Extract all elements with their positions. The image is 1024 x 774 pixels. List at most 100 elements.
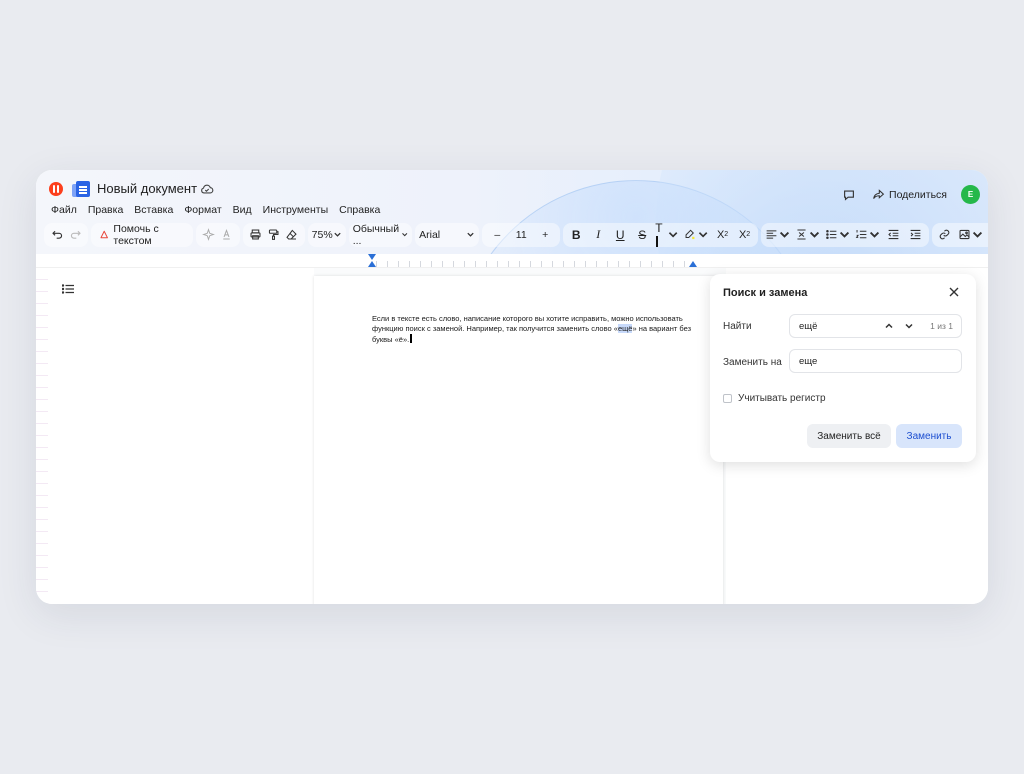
paragraph-style-select[interactable]: Обычный ...	[348, 222, 413, 247]
text-color-icon: T	[655, 221, 665, 249]
chevron-down-icon	[334, 232, 341, 237]
redo-icon	[70, 230, 81, 239]
highlighter-icon	[685, 229, 695, 240]
outdent-icon	[888, 229, 899, 240]
replace-button[interactable]: Заменить	[896, 424, 962, 448]
spellcheck-icon	[223, 229, 230, 240]
outline-panel	[48, 268, 314, 604]
comment-icon[interactable]	[842, 188, 856, 202]
menu-view[interactable]: Вид	[233, 204, 252, 216]
bulleted-list-icon	[825, 229, 836, 240]
menu-file[interactable]: Файл	[51, 204, 77, 216]
chevron-down-icon	[809, 231, 819, 238]
zoom-value: 75%	[311, 228, 333, 241]
undo-button[interactable]	[48, 223, 66, 247]
chevron-down-icon	[401, 233, 407, 237]
text-color-button[interactable]: T	[655, 221, 679, 249]
avatar[interactable]: Е	[961, 185, 980, 204]
chevron-down-icon	[839, 231, 849, 238]
indent-button[interactable]	[907, 223, 925, 247]
menu-help[interactable]: Справка	[339, 204, 380, 216]
chevron-down-icon	[972, 231, 982, 238]
help-with-text-button[interactable]: Помочь с текстом	[95, 223, 189, 247]
document-text[interactable]: Если в тексте есть слово, написание кото…	[372, 314, 702, 345]
find-label: Найти	[723, 321, 752, 332]
zoom-select[interactable]: 75%	[307, 222, 346, 247]
help-with-text-label: Помочь с текстом	[113, 222, 159, 247]
print-icon	[250, 229, 261, 240]
document-title[interactable]: Новый документ	[97, 181, 197, 196]
undo-icon	[51, 230, 62, 239]
docs-logo-icon[interactable]	[72, 181, 90, 197]
redo-button[interactable]	[66, 223, 84, 247]
table-of-contents-icon[interactable]	[62, 284, 74, 294]
line-spacing-icon	[797, 229, 806, 240]
clear-format-button[interactable]	[283, 223, 301, 247]
print-button[interactable]	[247, 223, 265, 247]
replace-all-button[interactable]: Заменить всё	[807, 424, 891, 448]
ai-sparkle-button[interactable]	[200, 223, 218, 247]
insert-image-button[interactable]	[958, 223, 984, 247]
numbered-list-button[interactable]	[855, 223, 881, 247]
underline-button[interactable]: U	[611, 223, 629, 247]
chevron-down-icon	[467, 232, 474, 237]
outdent-button[interactable]	[885, 223, 903, 247]
previous-match-icon[interactable]	[884, 321, 894, 331]
link-icon	[939, 229, 950, 240]
match-count: 1 из 1	[930, 321, 953, 331]
header: Новый документ Файл Правка Вставка Форма…	[36, 170, 988, 254]
font-family-select[interactable]: Arial	[415, 222, 480, 247]
next-match-icon[interactable]	[904, 321, 914, 331]
paint-roller-icon	[269, 229, 279, 240]
document-page[interactable]: Если в тексте есть слово, написание кото…	[314, 276, 723, 604]
share-icon	[873, 189, 885, 199]
share-label: Поделиться	[889, 188, 947, 201]
highlight-button[interactable]	[683, 223, 709, 247]
find-input[interactable]: ещё 1 из 1	[789, 314, 962, 338]
share-button[interactable]: Поделиться	[872, 188, 947, 201]
subscript-button[interactable]: X2	[736, 223, 754, 247]
match-case-label: Учитывать регистр	[738, 393, 826, 404]
menu-insert[interactable]: Вставка	[134, 204, 173, 216]
numbered-list-icon	[855, 230, 866, 239]
replace-input-value: еще	[799, 355, 818, 367]
right-indent-marker[interactable]	[689, 261, 697, 267]
superscript-button[interactable]: X2	[714, 223, 732, 247]
first-line-indent-marker[interactable]	[368, 254, 376, 260]
ruler[interactable]	[36, 254, 988, 268]
find-input-value: ещё	[799, 320, 818, 332]
search-match-highlight: ещё	[617, 324, 633, 333]
replace-label: Заменить на	[723, 357, 782, 368]
line-spacing-button[interactable]	[795, 223, 821, 247]
strikethrough-button[interactable]: S	[633, 223, 651, 247]
chevron-down-icon	[779, 231, 789, 238]
insert-link-button[interactable]	[936, 223, 954, 247]
match-case-checkbox[interactable]	[723, 394, 732, 403]
yandex-logo-icon[interactable]	[49, 182, 63, 196]
find-replace-panel: Поиск и замена Найти ещё 1 из 1 Заменить…	[710, 274, 976, 462]
chevron-down-icon	[668, 232, 678, 238]
spellcheck-button[interactable]	[218, 223, 236, 247]
font-size-stepper: – 11 +	[482, 222, 561, 247]
font-size-value[interactable]: 11	[512, 223, 530, 247]
menu-bar: Файл Правка Вставка Формат Вид Инструмен…	[51, 204, 380, 216]
menu-edit[interactable]: Правка	[88, 204, 123, 216]
font-size-increase-button[interactable]: +	[536, 223, 554, 247]
font-size-decrease-button[interactable]: –	[488, 223, 506, 247]
menu-tools[interactable]: Инструменты	[263, 204, 328, 216]
close-icon[interactable]	[948, 286, 960, 298]
match-case-option[interactable]: Учитывать регистр	[723, 393, 826, 404]
paint-format-button[interactable]	[265, 223, 283, 247]
replace-input[interactable]: еще	[789, 349, 962, 373]
menu-format[interactable]: Формат	[184, 204, 221, 216]
italic-button[interactable]: I	[589, 223, 607, 247]
align-button[interactable]	[765, 223, 791, 247]
bold-button[interactable]: B	[567, 223, 585, 247]
text-cursor	[410, 334, 412, 343]
bulleted-list-button[interactable]	[825, 223, 851, 247]
chevron-down-icon	[869, 231, 879, 238]
alice-icon	[100, 230, 108, 239]
eraser-icon	[286, 229, 297, 240]
find-replace-title: Поиск и замена	[723, 287, 808, 299]
left-indent-marker[interactable]	[368, 261, 376, 267]
